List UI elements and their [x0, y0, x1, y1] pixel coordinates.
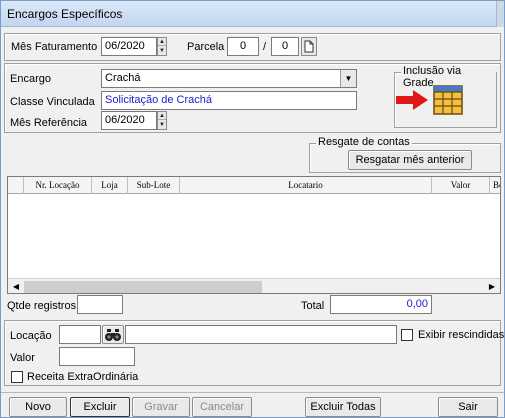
column-nr-locacao[interactable]: Nr. Locação: [24, 177, 92, 194]
resgate-group: Resgate de contas Resgatar mês anterior: [309, 136, 501, 173]
valor-label: Valor: [10, 352, 35, 364]
encargo-select[interactable]: Crachá ▼: [101, 69, 357, 88]
classe-vinculada-input[interactable]: Solicitação de Crachá: [101, 91, 357, 110]
column-loja[interactable]: Loja: [92, 177, 128, 194]
qtde-registros-label: Qtde registros: [7, 300, 77, 312]
inclusao-group: Inclusão via Grade: [394, 65, 497, 128]
mes-faturamento-input[interactable]: 06/2020: [101, 37, 157, 56]
total-label: Total: [301, 300, 325, 312]
grid-indicator-column: [8, 177, 24, 194]
parcela-input[interactable]: 0: [227, 37, 259, 56]
parcela-separator: /: [263, 41, 267, 53]
cancelar-button[interactable]: Cancelar: [192, 397, 252, 417]
total-value: 0,00: [330, 295, 432, 314]
locacao-code-input[interactable]: [59, 325, 101, 344]
scrollbar-thumb[interactable]: [24, 281, 262, 293]
document-icon[interactable]: [301, 37, 317, 56]
excluir-button[interactable]: Excluir: [70, 397, 130, 417]
novo-button[interactable]: Novo: [9, 397, 67, 417]
spin-down-icon[interactable]: ▼: [158, 47, 166, 55]
qtde-registros-input: [77, 295, 123, 314]
billing-group: Mês Faturamento 06/2020 ▲ ▼ Parcela 0 / …: [4, 33, 501, 61]
spin-up-icon[interactable]: ▲: [158, 112, 166, 120]
encargos-grid[interactable]: Nr. Locação Loja Sub-Lote Locatario Valo…: [7, 176, 501, 294]
title-bar-edge: [496, 1, 504, 27]
mes-faturamento-spinner[interactable]: ▲ ▼: [157, 37, 167, 56]
resgate-title: Resgate de contas: [316, 136, 412, 148]
scroll-left-icon[interactable]: ◀: [9, 280, 23, 293]
parcela-total-input[interactable]: 0: [271, 37, 299, 56]
column-bo[interactable]: Bo: [490, 177, 500, 194]
encargos-window: Encargos Específicos Mês Faturamento 06/…: [0, 0, 505, 418]
grid-inclusion-icon[interactable]: [433, 85, 463, 115]
valor-input[interactable]: [59, 347, 135, 366]
mes-referencia-label: Mês Referência: [10, 117, 88, 129]
scroll-right-icon[interactable]: ▶: [485, 280, 499, 293]
mes-faturamento-label: Mês Faturamento: [11, 41, 98, 53]
encargo-select-value: Crachá: [105, 72, 141, 84]
locacao-name-input[interactable]: [125, 325, 397, 344]
parcela-label: Parcela: [187, 41, 225, 53]
column-valor[interactable]: Valor: [432, 177, 490, 194]
chevron-down-icon[interactable]: ▼: [340, 70, 356, 87]
mes-referencia-input[interactable]: 06/2020: [101, 111, 157, 130]
encargo-group: Encargo Crachá ▼ Classe Vinculada Solici…: [4, 63, 501, 133]
grid-header: Nr. Locação Loja Sub-Lote Locatario Valo…: [8, 177, 500, 194]
exibir-rescindidas-checkbox[interactable]: [401, 329, 413, 341]
spin-down-icon[interactable]: ▼: [158, 121, 166, 129]
column-sub-lote[interactable]: Sub-Lote: [128, 177, 180, 194]
red-arrow-icon: [396, 90, 428, 110]
gravar-button[interactable]: Gravar: [132, 397, 190, 417]
spin-up-icon[interactable]: ▲: [158, 38, 166, 46]
resgatar-mes-anterior-button[interactable]: Resgatar mês anterior: [348, 150, 472, 170]
receita-extraordinaria-label: Receita ExtraOrdinária: [27, 371, 139, 383]
exibir-rescindidas-label: Exibir rescindidas: [418, 329, 505, 341]
window-title: Encargos Específicos: [7, 7, 123, 21]
column-locatario[interactable]: Locatario: [180, 177, 432, 194]
classe-vinculada-label: Classe Vinculada: [10, 96, 95, 108]
excluir-todas-button[interactable]: Excluir Todas: [305, 397, 381, 417]
toolbar-separator: [1, 392, 504, 393]
locacao-label: Locação: [10, 330, 52, 342]
receita-extraordinaria-checkbox[interactable]: [11, 371, 23, 383]
encargo-label: Encargo: [10, 73, 51, 85]
mes-referencia-spinner[interactable]: ▲ ▼: [157, 111, 167, 130]
binoculars-search-icon[interactable]: [102, 325, 124, 344]
grid-horizontal-scrollbar[interactable]: ◀ ▶: [8, 278, 500, 293]
title-bar: Encargos Específicos: [1, 1, 504, 27]
sair-button[interactable]: Sair: [438, 397, 498, 417]
filters-group: Locação Exibir rescindidas Valor Receita…: [4, 320, 505, 386]
